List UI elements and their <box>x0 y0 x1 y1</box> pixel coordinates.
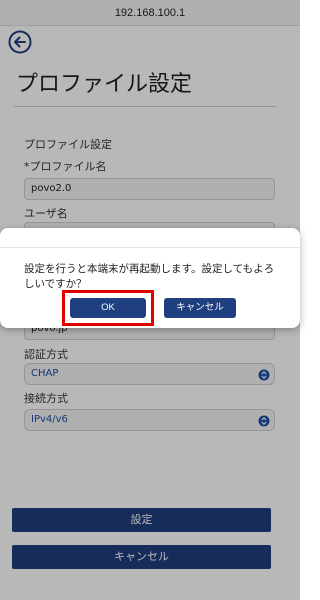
ok-highlight-box <box>62 290 154 326</box>
dialog-header <box>0 228 300 248</box>
confirm-dialog: 設定を行うと本端末が再起動します。設定してもよろしいですか？ OK キャンセル <box>0 228 300 328</box>
dialog-cancel-button[interactable]: キャンセル <box>164 298 236 318</box>
dialog-message: 設定を行うと本端末が再起動します。設定してもよろしいですか？ <box>24 263 275 290</box>
